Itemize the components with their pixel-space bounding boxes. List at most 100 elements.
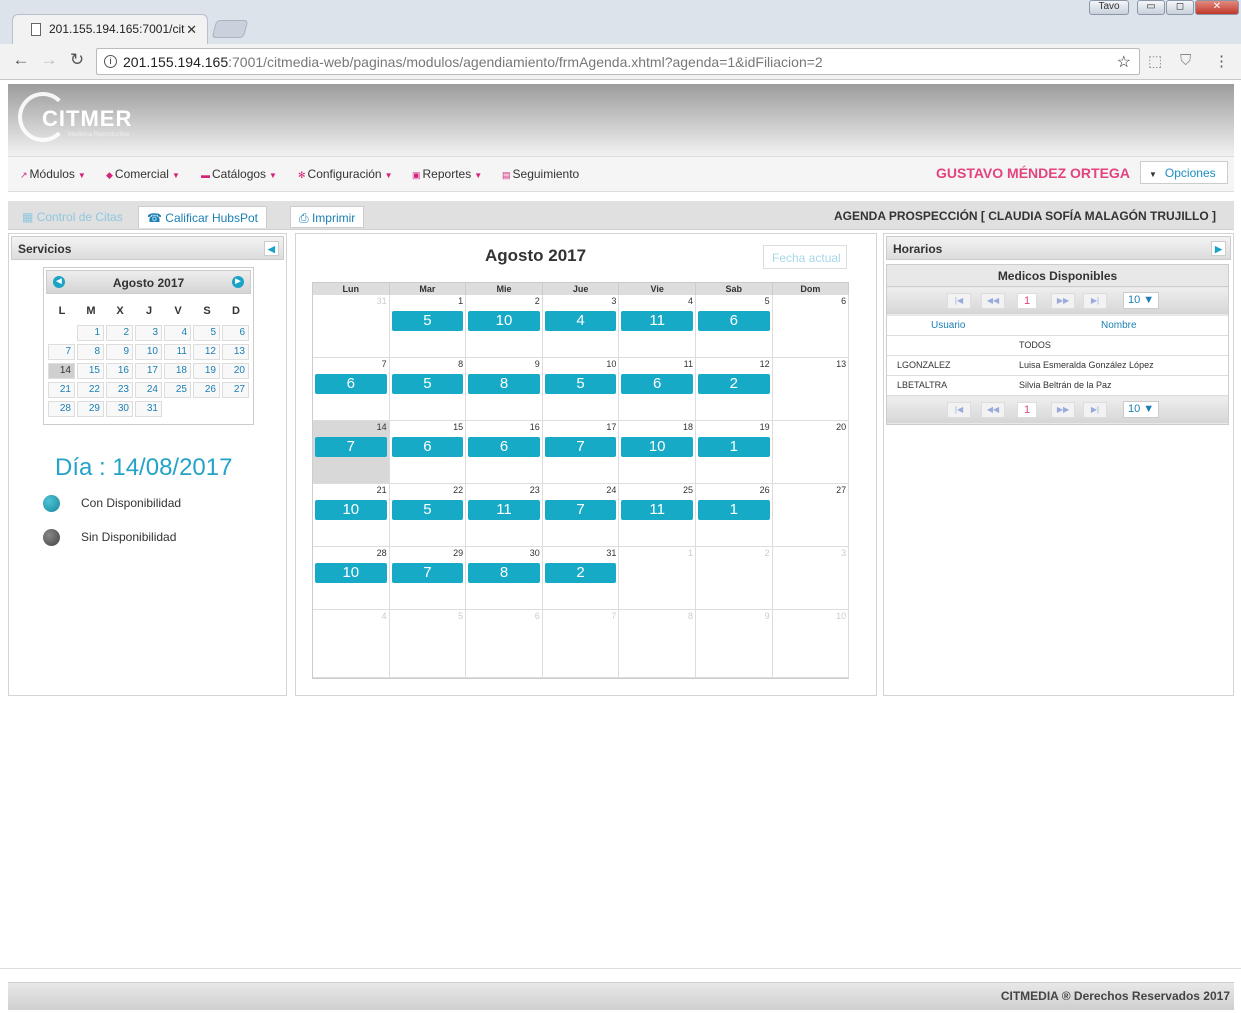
menu-catalogos[interactable]: ▬ Catálogos ▼: [201, 167, 277, 181]
calendar-day-cell[interactable]: 1: [619, 547, 696, 610]
first-page-icon[interactable]: |◀: [947, 402, 971, 418]
mini-calendar-day[interactable]: 31: [135, 401, 162, 417]
last-page-icon[interactable]: ▶|: [1083, 293, 1107, 309]
calendar-day-cell[interactable]: 3: [772, 547, 850, 610]
mini-calendar-day[interactable]: 19: [193, 363, 220, 379]
calendar-day-cell[interactable]: 4: [313, 610, 390, 678]
close-window-icon[interactable]: ✕: [1195, 0, 1239, 15]
calendar-day-cell[interactable]: 15: [389, 295, 467, 358]
availability-event[interactable]: 2: [698, 374, 770, 394]
next-page-icon[interactable]: ▶▶: [1051, 293, 1075, 309]
mini-calendar-day[interactable]: 21: [48, 382, 75, 398]
mini-calendar-day[interactable]: 8: [77, 344, 104, 360]
reload-icon[interactable]: ↻: [66, 50, 88, 70]
address-bar[interactable]: i 201.155.194.165:7001/citmedia-web/pagi…: [96, 48, 1140, 75]
col-nombre[interactable]: Nombre: [1101, 320, 1137, 331]
col-usuario[interactable]: Usuario: [931, 320, 965, 331]
availability-event[interactable]: 6: [315, 374, 387, 394]
pdf-extension-icon[interactable]: ⬚: [1148, 52, 1162, 70]
calendar-day-cell[interactable]: 31 2: [542, 547, 620, 610]
availability-event[interactable]: 5: [391, 374, 464, 394]
menu-comercial[interactable]: ◆ Comercial ▼: [106, 167, 180, 181]
shield-extension-icon[interactable]: ⛉: [1180, 52, 1191, 69]
page-number[interactable]: 1: [1017, 402, 1037, 418]
availability-event[interactable]: 7: [544, 500, 617, 520]
mini-calendar-day[interactable]: 30: [106, 401, 133, 417]
availability-event[interactable]: 1: [698, 437, 770, 457]
profile-button[interactable]: Tavo: [1089, 0, 1129, 15]
calendar-day-cell[interactable]: 11 6: [619, 358, 696, 421]
prev-month-icon[interactable]: ◀: [53, 276, 65, 288]
table-row[interactable]: LBETALTRA Silvia Beltrán de la Paz: [887, 376, 1228, 396]
calendar-day-cell[interactable]: 23 11: [466, 484, 543, 547]
calendar-day-cell[interactable]: 14 7: [313, 421, 390, 484]
browser-tab[interactable]: 201.155.194.165:7001/cit ✕: [12, 14, 208, 44]
calendar-day-cell[interactable]: 26 1: [696, 484, 773, 547]
calendar-day-cell[interactable]: 98: [466, 358, 543, 421]
availability-event[interactable]: 6: [468, 437, 540, 457]
calendar-day-cell[interactable]: 4 11: [619, 295, 696, 358]
availability-event[interactable]: 5: [391, 311, 464, 331]
calendar-day-cell[interactable]: 12 2: [696, 358, 773, 421]
calendar-day-cell[interactable]: 27: [772, 484, 850, 547]
availability-event[interactable]: 11: [621, 500, 693, 520]
calendar-day-cell[interactable]: 25 11: [619, 484, 696, 547]
calendar-day-cell[interactable]: 10: [772, 610, 850, 678]
mini-calendar-day[interactable]: 7: [48, 344, 75, 360]
availability-event[interactable]: 4: [544, 311, 617, 331]
info-icon[interactable]: i: [104, 55, 117, 68]
mini-calendar-day[interactable]: 17: [135, 363, 162, 379]
availability-event[interactable]: 10: [621, 437, 693, 457]
availability-event[interactable]: 10: [315, 563, 387, 583]
mini-calendar-day[interactable]: 3: [135, 325, 162, 341]
first-page-icon[interactable]: |◀: [947, 293, 971, 309]
menu-seguimiento[interactable]: ▤ Seguimiento: [502, 167, 579, 181]
availability-event[interactable]: 11: [621, 311, 693, 331]
calendar-day-cell[interactable]: 28 10: [313, 547, 390, 610]
mini-calendar-day[interactable]: 27: [222, 382, 249, 398]
calendar-day-cell[interactable]: 17 7: [542, 421, 620, 484]
mini-calendar-day[interactable]: 1: [77, 325, 104, 341]
mini-calendar-day[interactable]: 5: [193, 325, 220, 341]
mini-calendar-day[interactable]: 29: [77, 401, 104, 417]
expand-right-icon[interactable]: ▶: [1211, 241, 1226, 256]
calendar-day-cell[interactable]: 30 8: [466, 547, 543, 610]
table-row[interactable]: TODOS: [887, 336, 1228, 356]
opciones-button[interactable]: ▼ Opciones: [1140, 161, 1228, 184]
mini-calendar-day[interactable]: 2: [106, 325, 133, 341]
mini-calendar-day[interactable]: 11: [164, 344, 191, 360]
calendar-day-cell[interactable]: 29 7: [389, 547, 467, 610]
calendar-day-cell[interactable]: 22 5: [389, 484, 467, 547]
mini-calendar-day[interactable]: 23: [106, 382, 133, 398]
calendar-day-cell[interactable]: 8: [619, 610, 696, 678]
mini-calendar-day[interactable]: 9: [106, 344, 133, 360]
mini-calendar-day[interactable]: 12: [193, 344, 220, 360]
mini-calendar-day[interactable]: 18: [164, 363, 191, 379]
menu-modulos[interactable]: ↗ Módulos ▼: [20, 167, 86, 181]
calendar-day-cell[interactable]: 31: [313, 295, 390, 358]
rows-per-page-select[interactable]: 10 ▼: [1123, 292, 1159, 309]
table-row[interactable]: LGONZALEZ Luisa Esmeralda González López: [887, 356, 1228, 376]
new-tab-button[interactable]: [211, 20, 249, 38]
calendar-day-cell[interactable]: 76: [313, 358, 390, 421]
menu-configuracion[interactable]: ✻ Configuración ▼: [298, 167, 393, 181]
imprimir-button[interactable]: ⎙ Imprimir: [290, 206, 365, 228]
calendar-day-cell[interactable]: 15 6: [389, 421, 467, 484]
menu-dots-icon[interactable]: ⋮: [1214, 52, 1229, 70]
mini-calendar-day[interactable]: 28: [48, 401, 75, 417]
next-page-icon[interactable]: ▶▶: [1051, 402, 1075, 418]
rows-per-page-select[interactable]: 10 ▼: [1123, 401, 1159, 418]
page-number[interactable]: 1: [1017, 293, 1037, 309]
mini-calendar-day[interactable]: 24: [135, 382, 162, 398]
mini-calendar-day[interactable]: 15: [77, 363, 104, 379]
minimize-icon[interactable]: ▭: [1137, 0, 1165, 15]
calendar-day-cell[interactable]: 13: [772, 358, 850, 421]
prev-page-icon[interactable]: ◀◀: [981, 293, 1005, 309]
calendar-day-cell[interactable]: 6: [772, 295, 850, 358]
mini-calendar-day[interactable]: 20: [222, 363, 249, 379]
availability-event[interactable]: 10: [468, 311, 540, 331]
calendar-day-cell[interactable]: 6: [466, 610, 543, 678]
availability-event[interactable]: 5: [544, 374, 617, 394]
bookmark-star-icon[interactable]: ☆: [1117, 52, 1131, 72]
calendar-day-cell[interactable]: 20: [772, 421, 850, 484]
